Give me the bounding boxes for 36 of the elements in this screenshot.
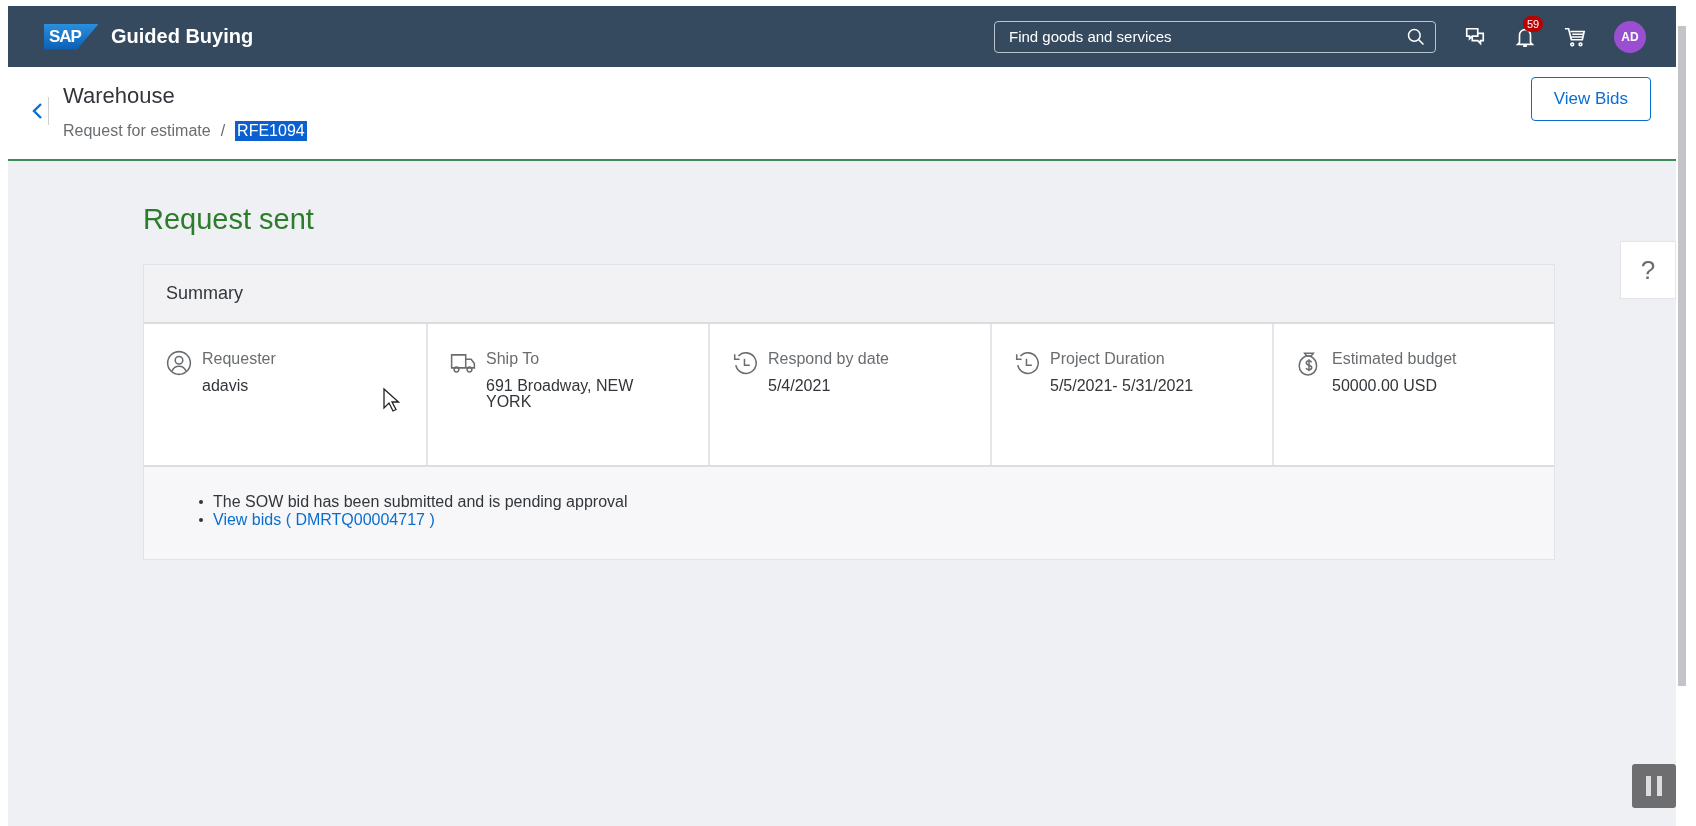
breadcrumb-link[interactable]: RFE1094 — [235, 121, 307, 141]
field-value: 5/4/2021 — [768, 378, 832, 394]
page-title: Warehouse — [63, 83, 176, 109]
app-title: Guided Buying — [110, 25, 254, 48]
sap-logo: SAP — [44, 23, 99, 50]
view-bids-link[interactable]: View bids ( DMRTQ00004717 ) — [213, 511, 435, 529]
field-value: 50000.00 USD — [1332, 378, 1438, 394]
field-value: adavis — [202, 378, 250, 394]
search-icon[interactable] — [1406, 26, 1426, 47]
field-label: Requester — [202, 350, 276, 368]
field-label: Ship To — [486, 350, 541, 368]
status-title: Request sent — [143, 203, 315, 236]
field-value: 5/5/2021- 5/31/2021 — [1050, 378, 1194, 394]
breadcrumb-link[interactable]: Request for estimate — [63, 122, 211, 140]
chat-icon[interactable] — [1464, 25, 1486, 48]
cart-icon[interactable] — [1564, 25, 1586, 48]
back-icon[interactable] — [30, 101, 44, 121]
history-icon — [732, 350, 758, 376]
view-bids-button[interactable]: View Bids — [1530, 77, 1651, 121]
search-field[interactable]: Find goods and services — [994, 20, 1436, 53]
field-label: Project Duration — [1050, 350, 1166, 368]
mouse-pointer-icon — [382, 387, 400, 413]
field-label: Respond by date — [768, 350, 889, 368]
person-icon — [166, 350, 192, 376]
summary-title: Summary — [144, 265, 1554, 324]
field-value: 691 Broadway, NEW YORK — [486, 378, 635, 410]
notification-badge: 59 — [1523, 15, 1544, 32]
bullet-icon — [199, 500, 203, 504]
note-text: The SOW bid has been submitted and is pending approval — [213, 493, 628, 511]
history-icon — [1014, 350, 1040, 376]
help-button[interactable]: ? — [1620, 241, 1676, 299]
pause-icon[interactable] — [1632, 764, 1676, 808]
bullet-icon — [199, 518, 203, 522]
user-avatar[interactable]: AD — [1614, 20, 1646, 53]
field-label: Estimated budget — [1332, 350, 1457, 368]
breadcrumb-separator: / — [220, 122, 226, 140]
